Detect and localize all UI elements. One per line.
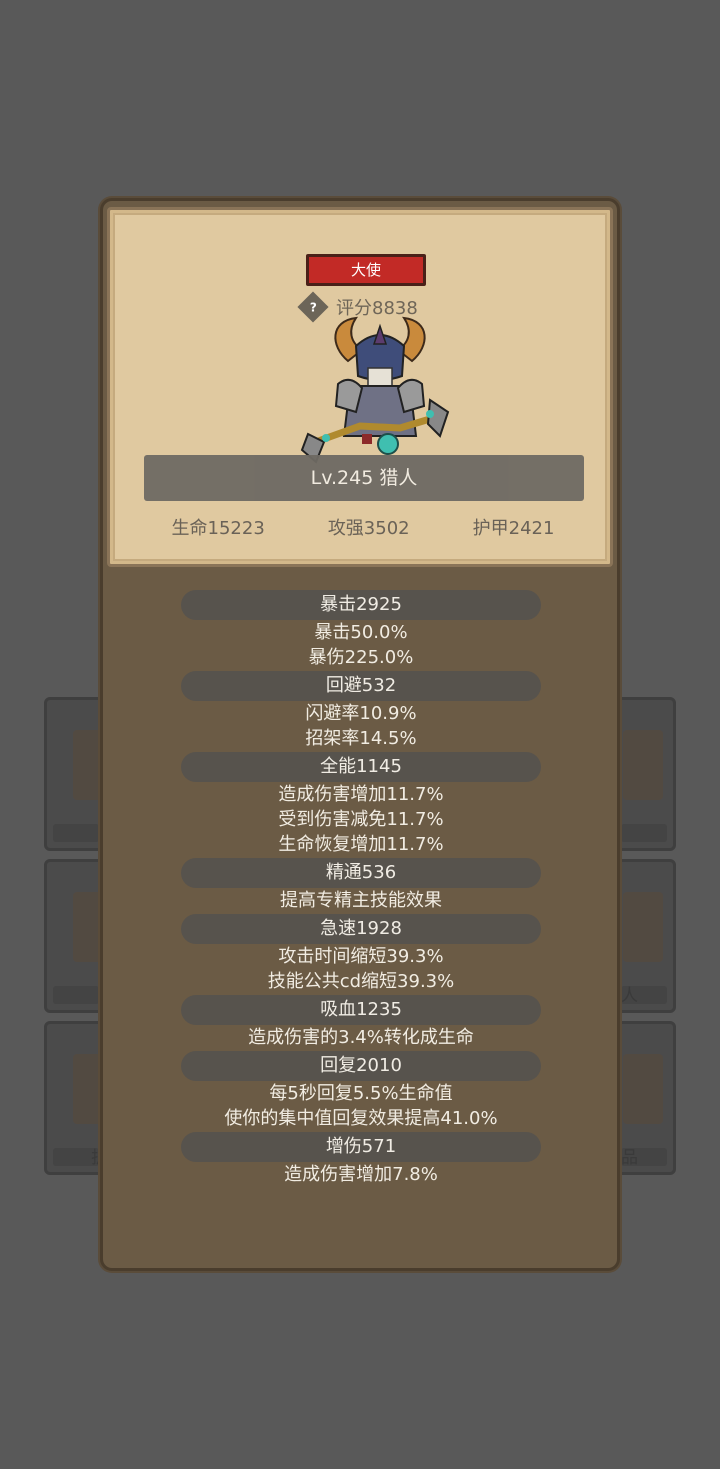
character-stats-panel: 大使 ? 评分8838 Lv.245 猎人 生命15223 攻强3502 护甲2… [100, 198, 620, 1271]
stat-line: 攻击时间缩短39.3% [278, 946, 444, 967]
attack-power-stat: 攻强3502 [327, 518, 410, 539]
stat-line: 造成伤害增加11.7% [278, 784, 444, 805]
bg-slot-right-3: 品 [612, 1021, 676, 1175]
stat-group-header-avoidance: 回避532 [181, 671, 541, 701]
detailed-stats-list: 暴击2925 暴击50.0% 暴伤225.0% 回避532 闪避率10.9% 招… [181, 589, 541, 1187]
stat-group-header-lifesteal: 吸血1235 [181, 995, 541, 1025]
stat-group-header-damage-bonus: 增伤571 [181, 1132, 541, 1162]
screen: 护 人 品 大使 ? 评分8838 [0, 0, 720, 1469]
stat-group-header-crit: 暴击2925 [181, 590, 541, 620]
help-icon-glyph: ? [309, 300, 317, 314]
stat-line: 使你的集中值回复效果提高41.0% [224, 1108, 498, 1129]
stat-line: 造成伤害增加7.8% [284, 1164, 438, 1185]
stat-group-header-versatility: 全能1145 [181, 752, 541, 782]
bg-slot-left-1 [44, 697, 113, 851]
stat-line: 技能公共cd缩短39.3% [267, 971, 455, 992]
stat-line: 生命恢复增加11.7% [278, 834, 444, 855]
stat-group-header-regen: 回复2010 [181, 1051, 541, 1081]
bg-slot-bar [621, 824, 667, 842]
bg-slot-label: 品 [621, 1148, 638, 1168]
character-portrait [300, 316, 450, 464]
character-card: 大使 ? 评分8838 Lv.245 猎人 生命15223 攻强3502 护甲2… [107, 207, 613, 567]
bg-slot-right-2: 人 [612, 859, 676, 1013]
armor-stat: 护甲2421 [472, 518, 555, 539]
stat-line: 每5秒回复5.5%生命值 [269, 1083, 453, 1104]
bg-slot-label: 人 [621, 986, 638, 1006]
bg-slot-bar [53, 824, 99, 842]
level-class-bar: Lv.245 猎人 [144, 455, 584, 501]
stat-line: 暴击50.0% [314, 622, 408, 643]
equipment-icon [623, 1054, 663, 1124]
stat-line: 受到伤害减免11.7% [278, 809, 444, 830]
bg-slot-left-3: 护 [44, 1021, 113, 1175]
bg-slot-left-2 [44, 859, 113, 1013]
stat-group-header-mastery: 精通536 [181, 858, 541, 888]
stat-line: 提高专精主技能效果 [280, 890, 442, 911]
hp-stat: 生命15223 [171, 518, 265, 539]
bg-slot-bar [53, 986, 99, 1004]
base-stats-row: 生命15223 攻强3502 护甲2421 [110, 514, 616, 544]
equipment-icon [623, 892, 663, 962]
stat-line: 暴伤225.0% [308, 647, 414, 668]
bg-slot-right-1 [612, 697, 676, 851]
stat-line: 招架率14.5% [305, 728, 417, 749]
equipment-icon [623, 730, 663, 800]
stat-group-header-haste: 急速1928 [181, 914, 541, 944]
rank-badge: 大使 [306, 254, 426, 286]
stat-line: 闪避率10.9% [305, 703, 417, 724]
stat-line: 造成伤害的3.4%转化成生命 [248, 1027, 474, 1048]
